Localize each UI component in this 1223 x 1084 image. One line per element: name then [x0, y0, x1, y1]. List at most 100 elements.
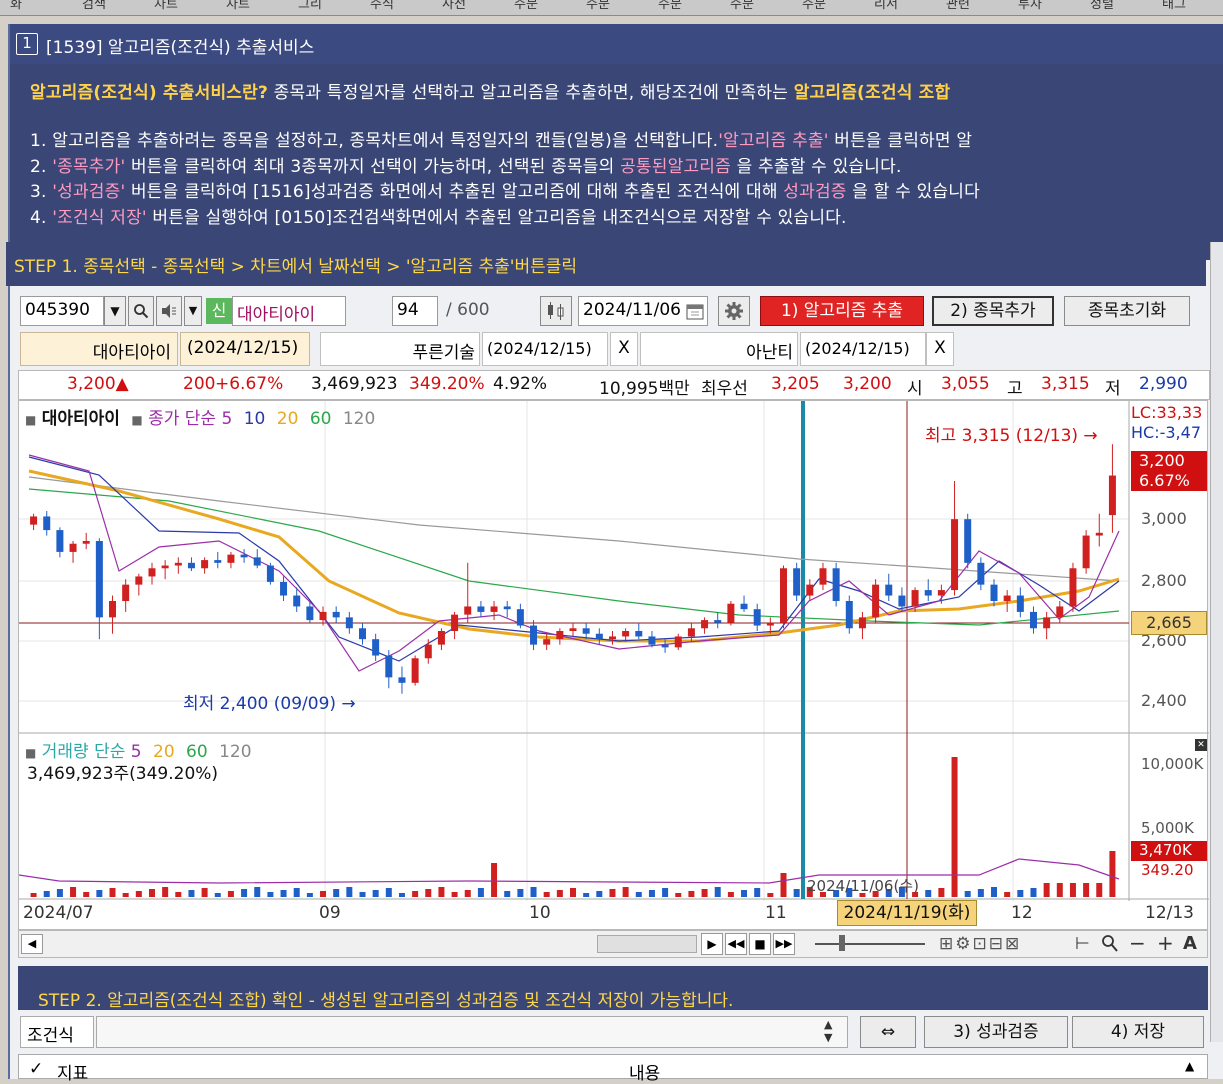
x-label-10: 10	[529, 903, 551, 923]
top-menu-item[interactable]: 투자	[1018, 0, 1042, 12]
top-menu-item[interactable]: 주문	[730, 0, 754, 12]
speaker-dropdown-icon[interactable]: ▼	[184, 296, 202, 326]
volume-bar	[333, 889, 340, 897]
chart-canvas[interactable]	[18, 401, 1209, 931]
top-menu-item[interactable]: 관련	[946, 0, 970, 12]
col-check[interactable]: ✓	[29, 1059, 43, 1079]
desc-line-2-highlight2: 공통된알고리즘	[620, 157, 731, 177]
top-menu-item[interactable]: 차트	[154, 0, 178, 12]
performance-verify-button[interactable]: 3) 성과검증	[924, 1016, 1068, 1048]
candle-body	[464, 606, 472, 615]
chart-tool-icons[interactable]: ⊞⚙⊡⊟⊠	[939, 934, 1021, 954]
save-condition-button[interactable]: 4) 저장	[1072, 1016, 1204, 1048]
condition-spinner-icon[interactable]: ▲ ▼	[824, 1018, 832, 1044]
candle-body	[227, 554, 235, 563]
candle-body	[911, 590, 919, 607]
count-input[interactable]: 94	[392, 296, 438, 326]
top-menu-item[interactable]: 화	[10, 0, 22, 12]
price-chart[interactable]: ■ 대아티아이 ■ 종가 단순 5 10 20 60 120 LC:33,33 …	[18, 400, 1209, 931]
volume-bar	[83, 892, 90, 897]
desc-line-3-highlight: '성과검증'	[52, 182, 126, 202]
candle-body	[1029, 611, 1037, 629]
zoom-slider-handle[interactable]	[839, 935, 845, 951]
candle-body	[674, 636, 682, 648]
add-stock-button[interactable]: 2) 종목추가	[932, 296, 1054, 326]
count-max: / 600	[446, 300, 490, 320]
top-menu-item[interactable]: 주문	[514, 0, 538, 12]
remove-stock-2-button[interactable]: X	[610, 332, 638, 366]
extract-algorithm-button[interactable]: 1) 알고리즘 추출	[760, 296, 924, 326]
top-menu-item[interactable]: 태그	[1162, 0, 1186, 12]
top-menu-item[interactable]: 주식	[370, 0, 394, 12]
zoom-slider[interactable]	[815, 943, 925, 945]
stock-code-input[interactable]: 045390	[20, 296, 104, 326]
candle-body	[385, 655, 393, 678]
zoom-out-icon[interactable]: −	[1129, 931, 1146, 955]
top-menu-strip: 화 검색 차트 차트 그리 주식 사전 주문 주문 주문 주문 주문 리서 관련 투자 정렬 태그	[0, 0, 1223, 16]
candle-body	[530, 625, 538, 645]
fast-forward-icon[interactable]: ▶▶	[773, 933, 795, 955]
top-menu-item[interactable]: 주문	[802, 0, 826, 12]
top-menu-item[interactable]: 정렬	[1090, 0, 1114, 12]
condition-field[interactable]	[96, 1016, 848, 1048]
window-title: [1539] 알고리즘(조건식) 추출서비스	[46, 38, 315, 58]
top-menu-item[interactable]: 검색	[82, 0, 106, 12]
candle-select-icon[interactable]	[540, 296, 572, 326]
zoom-search-icon[interactable]	[1101, 933, 1119, 957]
service-description: 알고리즘(조건식) 추출서비스란? 종목과 특정일자를 선택하고 알고리즘을 추…	[10, 64, 1223, 260]
remove-stock-3-button[interactable]: X	[926, 332, 954, 366]
candle-body	[924, 590, 932, 596]
candle-body	[319, 611, 327, 621]
selected-stock-2-name[interactable]: 푸른기술	[320, 332, 480, 366]
calendar-icon[interactable]	[686, 302, 704, 320]
volume-bar	[122, 893, 129, 897]
top-menu-item[interactable]: 사전	[442, 0, 466, 12]
rewind-icon[interactable]: ◀◀	[725, 933, 747, 955]
volume-bar	[359, 892, 366, 897]
candle-body	[569, 628, 577, 631]
scroll-thumb[interactable]	[597, 935, 697, 953]
top-menu-item[interactable]: 주문	[586, 0, 610, 12]
candle-body	[622, 631, 630, 637]
stop-icon[interactable]: ■	[749, 933, 771, 955]
candle-body	[661, 644, 669, 648]
volume-bar	[398, 893, 405, 897]
volume-bar	[135, 891, 142, 897]
top-menu-item[interactable]: 리서	[874, 0, 898, 12]
candle-body	[95, 541, 103, 618]
swap-icon[interactable]: ⇔	[860, 1016, 916, 1048]
selected-stock-1-name[interactable]: 대아티아이	[20, 332, 178, 366]
table-scroll-up-icon[interactable]: ▲	[1185, 1059, 1194, 1073]
volume-bar	[425, 889, 432, 897]
x-label-11: 11	[765, 903, 787, 923]
candle-body	[398, 677, 406, 683]
top-menu-item[interactable]: 주문	[658, 0, 682, 12]
selected-stock-3-name[interactable]: 아난티	[640, 332, 798, 366]
reset-stocks-button[interactable]: 종목초기화	[1064, 296, 1190, 326]
cursor-tool-icon[interactable]: ⊢	[1075, 934, 1090, 954]
zoom-in-icon[interactable]: +	[1157, 931, 1174, 955]
play-icon[interactable]: ▶	[701, 933, 723, 955]
candle-body	[490, 606, 498, 612]
candle-body	[595, 633, 603, 640]
search-icon[interactable]	[128, 296, 154, 326]
text-tool-icon[interactable]: A	[1183, 933, 1197, 954]
speaker-icon[interactable]	[156, 296, 182, 326]
volume-bar	[609, 889, 616, 897]
scroll-left-icon[interactable]: ◀	[21, 934, 43, 954]
top-menu-item[interactable]: 차트	[226, 0, 250, 12]
candle-body	[30, 516, 38, 525]
close-pane-icon[interactable]: ✕	[1195, 739, 1207, 751]
code-dropdown-icon[interactable]: ▼	[104, 296, 126, 326]
legend-ma-label: 종가 단순	[148, 409, 217, 429]
top-menu-item[interactable]: 그리	[298, 0, 322, 12]
candle-body	[451, 614, 459, 631]
volume-bar	[491, 863, 498, 897]
candle-body	[358, 628, 366, 640]
selected-stock-1-date: (2024/12/15)	[180, 332, 310, 366]
vol-pct-tag: 349.20	[1141, 861, 1194, 879]
desc-line-3: 3. '성과검증' 버튼을 클릭하여 [1516]성과검증 화면에서 추출된 알…	[30, 177, 980, 202]
candle-body	[135, 576, 143, 585]
volume-bar	[280, 890, 287, 897]
settings-gear-icon[interactable]	[718, 296, 750, 326]
